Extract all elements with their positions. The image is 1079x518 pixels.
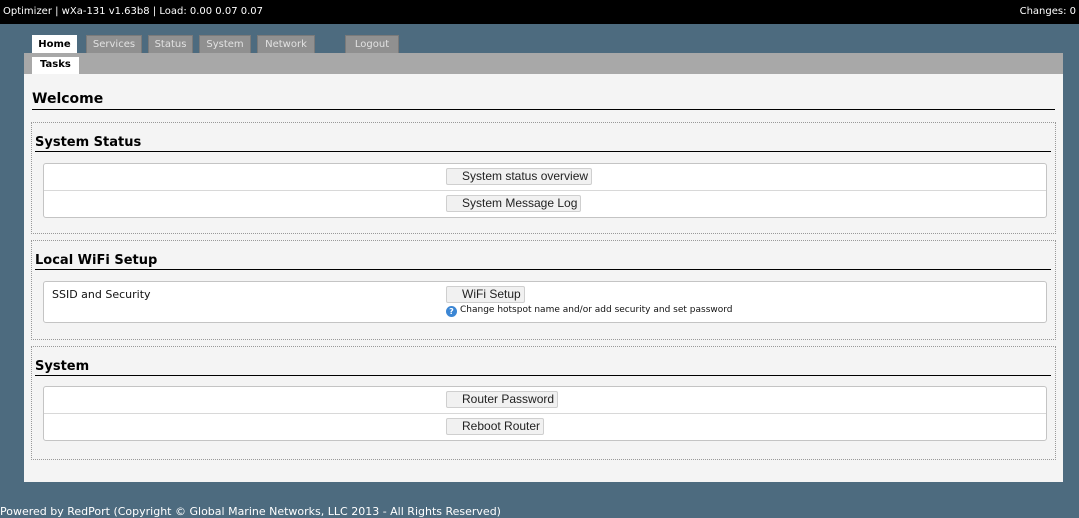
list-item: System status overview [44,164,1046,191]
system-status-overview-button[interactable]: System status overview [446,168,593,185]
section-title: System Status [35,135,1051,152]
system-status-text: Optimizer | wXa-131 v1.63b8 | Load: 0.00… [3,6,264,17]
wifi-setup-help-text: Change hotspot name and/or add security … [460,305,733,315]
section-system-status: System Status System status overview Sys… [31,122,1056,234]
section-title: System [35,359,1051,376]
section-system: System Router Password Reboot Router [31,346,1056,460]
top-status-bar: Optimizer | wXa-131 v1.63b8 | Load: 0.00… [0,0,1079,24]
ssid-security-label: SSID and Security [52,288,151,301]
tab-status[interactable]: Status [148,35,193,53]
section-title: Local WiFi Setup [35,253,1051,270]
wifi-setup-panel: SSID and Security WiFi Setup ? Change hot… [43,281,1047,323]
wifi-setup-help: ? Change hotspot name and/or add security… [446,305,733,317]
reboot-router-button[interactable]: Reboot Router [446,418,545,435]
router-password-button[interactable]: Router Password [446,391,559,408]
page-title: Welcome [32,91,1055,110]
tab-network[interactable]: Network [257,35,315,53]
system-message-log-button[interactable]: System Message Log [446,195,582,212]
list-item: System Message Log [44,191,1046,217]
list-item: Router Password [44,387,1046,414]
subtab-tasks[interactable]: Tasks [32,57,79,74]
tab-logout[interactable]: Logout [345,35,399,53]
subtab-bar: Tasks [24,53,1063,74]
list-item: Reboot Router [44,414,1046,440]
wifi-setup-button[interactable]: WiFi Setup [446,286,525,303]
main-content: Welcome System Status System status over… [24,74,1063,482]
section-local-wifi-setup: Local WiFi Setup SSID and Security WiFi … [31,240,1056,340]
footer-copyright: Powered by RedPort (Copyright © Global M… [0,505,501,518]
list-item: SSID and Security WiFi Setup ? Change hot… [44,282,1046,322]
system-panel: Router Password Reboot Router [43,386,1047,441]
changes-counter: Changes: 0 [1019,6,1076,17]
tab-services[interactable]: Services [86,35,142,53]
help-icon: ? [446,306,457,317]
tab-system[interactable]: System [199,35,251,53]
tab-home[interactable]: Home [32,35,77,54]
system-status-panel: System status overview System Message Lo… [43,163,1047,218]
